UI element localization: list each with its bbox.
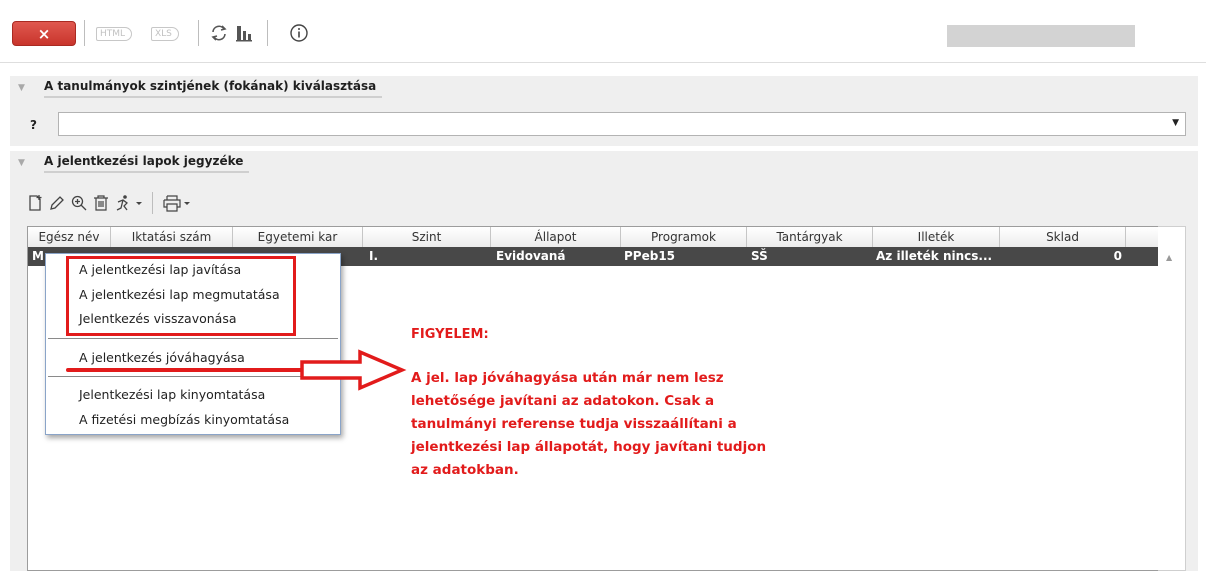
list-section-header[interactable]: ▼ A jelentkezési lapok jegyzéke — [10, 151, 1198, 174]
column-header-programs[interactable]: Programok — [621, 227, 747, 247]
zoom-icon[interactable] — [69, 193, 89, 213]
menu-item-print-application[interactable]: Jelentkezési lap kinyomtatása — [79, 387, 265, 402]
cell-status: Evidovaná — [496, 249, 566, 263]
collapse-arrow-icon[interactable]: ▼ — [18, 83, 32, 93]
toolbar-divider — [198, 20, 199, 46]
export-html-label: HTML — [100, 29, 126, 39]
toolbar-bottom-border — [0, 62, 1206, 63]
warning-text-line: jelentkezési lap állapotát, hogy javítan… — [411, 439, 767, 455]
warning-text-line: az adatokban. — [411, 462, 519, 478]
column-header-name[interactable]: Egész név — [28, 227, 111, 247]
status-placeholder — [947, 25, 1135, 47]
menu-separator — [48, 338, 338, 339]
highlight-box — [66, 256, 296, 336]
toolbar-divider — [267, 20, 268, 46]
info-icon[interactable] — [288, 22, 310, 44]
menu-item-approve-application[interactable]: A jelentkezés jóváhagyása — [79, 350, 245, 365]
warning-text-line: A jel. lap jóváhagyása után már nem lesz — [411, 370, 724, 386]
scroll-up-arrow-icon[interactable]: ▲ — [1166, 253, 1172, 262]
refresh-icon[interactable] — [208, 22, 230, 44]
warning-text-line: tanulmányi referense tudja visszaállítan… — [411, 416, 737, 432]
collapse-arrow-icon[interactable]: ▼ — [18, 158, 32, 168]
cell-level: I. — [369, 249, 379, 263]
column-header-faculty[interactable]: Egyetemi kar — [233, 227, 363, 247]
dropdown-arrow-icon[interactable]: ▼ — [1172, 118, 1179, 128]
cell-subjects: SŠ — [751, 249, 768, 263]
level-select[interactable]: ▼ — [58, 112, 1186, 136]
warning-heading: FIGYELEM: — [411, 327, 489, 342]
new-document-icon[interactable] — [26, 193, 46, 213]
export-xls-button[interactable]: XLS — [151, 27, 179, 41]
column-header-subjects[interactable]: Tantárgyak — [747, 227, 873, 247]
arrow-icon — [300, 349, 407, 391]
run-action-icon[interactable] — [114, 193, 144, 213]
level-section-header[interactable]: ▼ A tanulmányok szintjének (fokának) kiv… — [10, 76, 1198, 99]
cell-name: M — [32, 249, 44, 263]
list-section-title: A jelentkezési lapok jegyzéke — [44, 152, 250, 173]
warning-text-line: lehetősége javítani az adatokon. Csak a — [411, 393, 715, 409]
toolbar-divider — [84, 20, 85, 46]
table-header: Egész név Iktatási szám Egyetemi kar Szi… — [28, 227, 1159, 248]
print-icon[interactable] — [162, 193, 192, 213]
export-html-button[interactable]: HTML — [96, 27, 133, 41]
delete-trash-icon[interactable] — [91, 193, 111, 213]
column-header-level[interactable]: Szint — [363, 227, 491, 247]
export-xls-label: XLS — [155, 29, 172, 39]
column-header-status[interactable]: Állapot — [491, 227, 621, 247]
column-header-fee[interactable]: Illeték — [873, 227, 1000, 247]
cell-fee: Az illeték nincs... — [876, 249, 993, 263]
menu-separator — [48, 376, 338, 377]
column-header-sklad[interactable]: Sklad — [1000, 227, 1126, 247]
close-button[interactable]: × — [12, 21, 76, 46]
cell-sklad: 0 — [1113, 249, 1122, 263]
toolbar-divider — [152, 192, 153, 214]
cell-programs: PPeb15 — [624, 249, 676, 263]
menu-item-print-payment-order[interactable]: A fizetési megbízás kinyomtatása — [79, 412, 289, 427]
org-chart-icon[interactable] — [233, 22, 255, 44]
edit-pencil-icon[interactable] — [47, 193, 67, 213]
level-section-title: A tanulmányok szintjének (fokának) kivál… — [44, 77, 383, 98]
level-field-label: ? — [30, 118, 37, 132]
table-scrollbar[interactable]: ▲ — [1158, 226, 1186, 571]
highlight-underline — [66, 368, 320, 372]
column-header-reg-no[interactable]: Iktatási szám — [111, 227, 233, 247]
